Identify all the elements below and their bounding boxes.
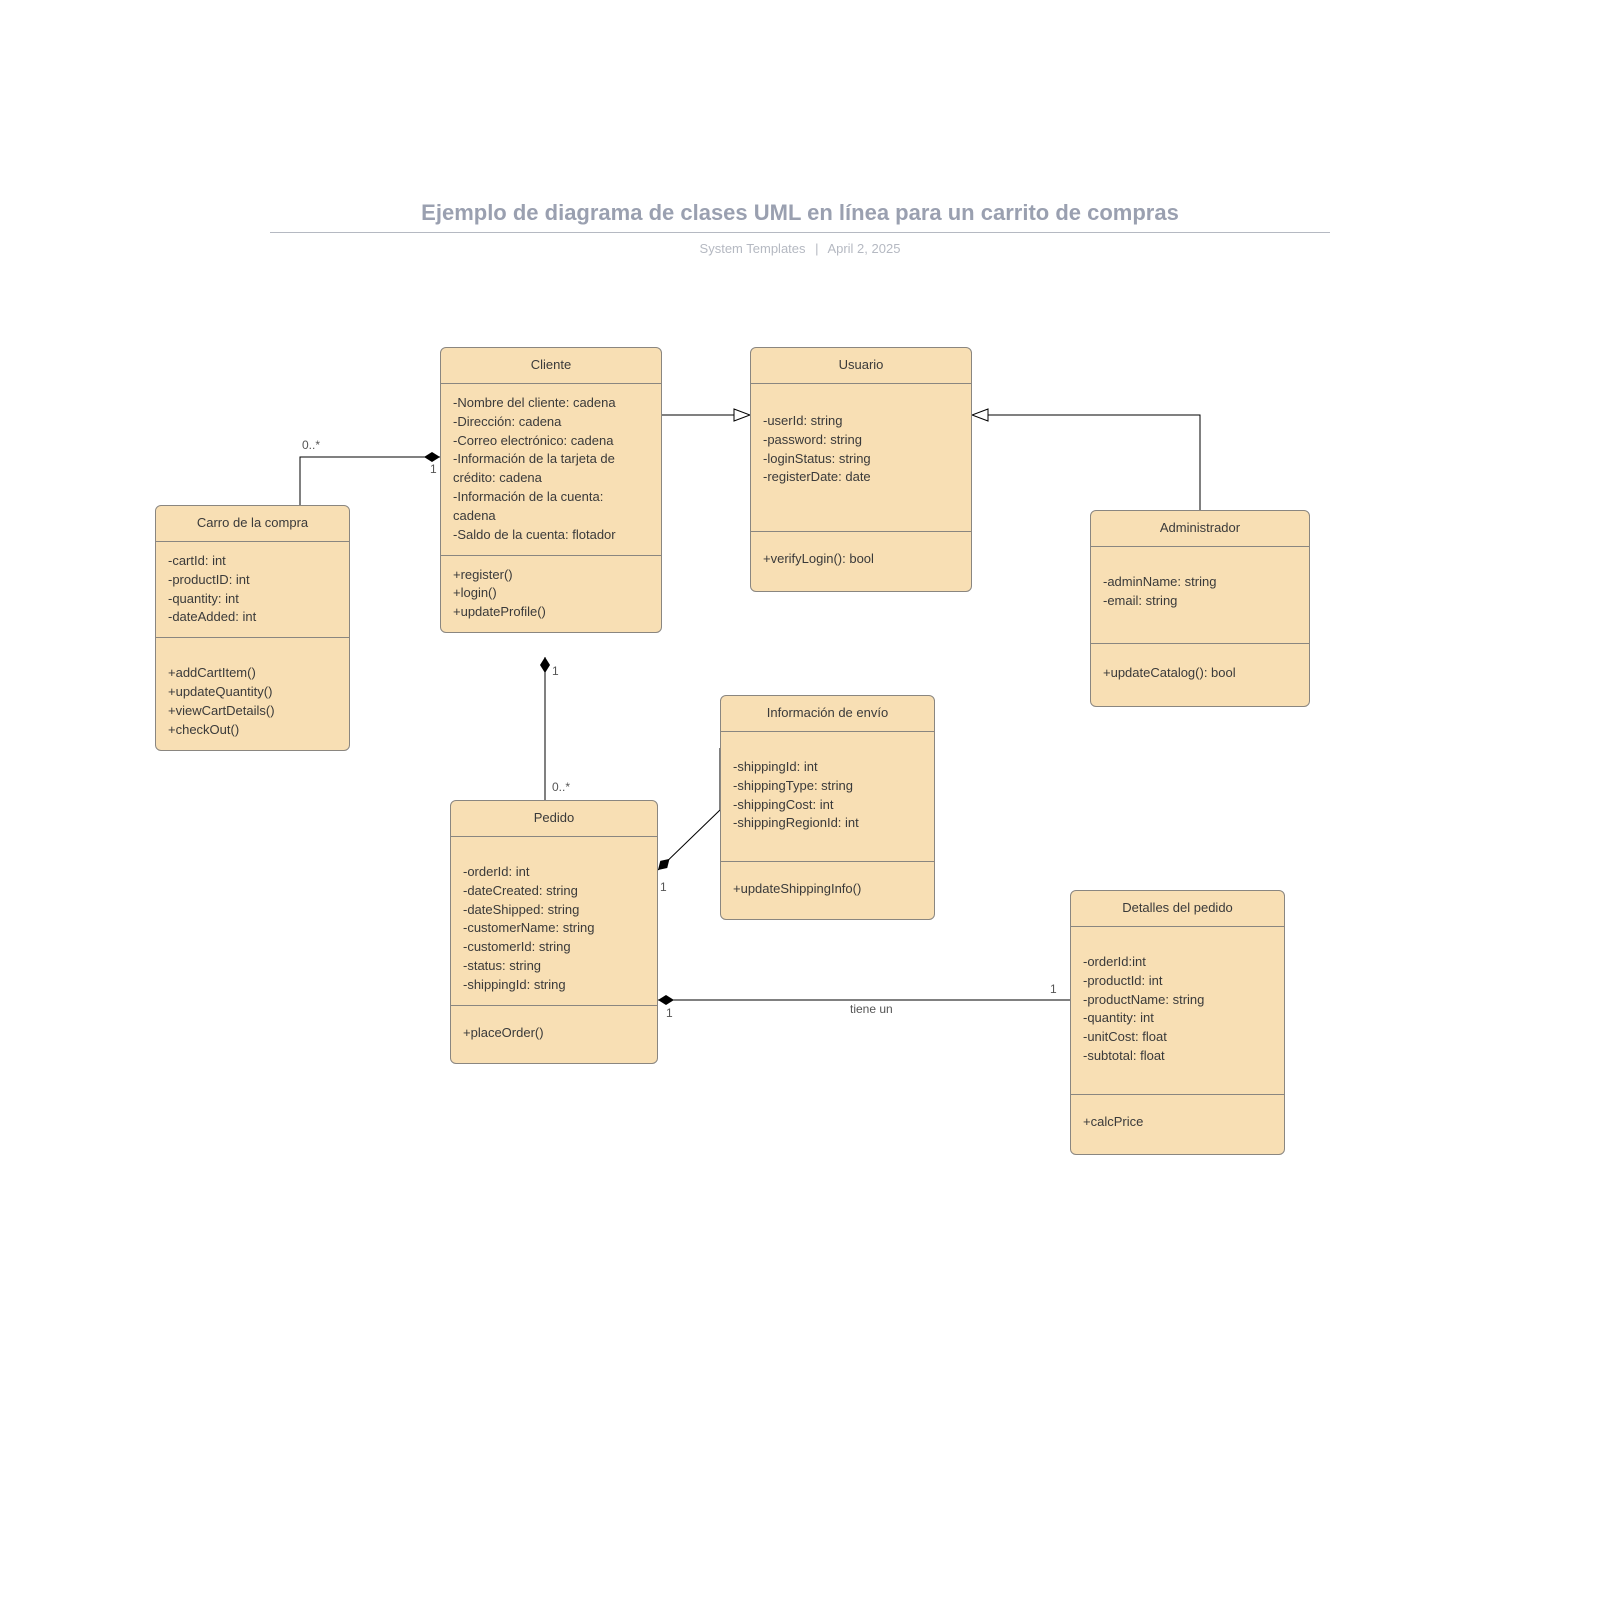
diagram-date: April 2, 2025 xyxy=(827,241,900,256)
class-shipping-name: Información de envío xyxy=(721,696,934,732)
class-user[interactable]: Usuario -userId: string -password: strin… xyxy=(750,347,972,592)
attr: -Información de la cuenta: cadena xyxy=(453,488,649,526)
attr: -dateCreated: string xyxy=(463,882,645,901)
attr: -registerDate: date xyxy=(763,468,959,487)
attr: -shippingId: int xyxy=(733,758,922,777)
attr: -orderId: int xyxy=(463,863,645,882)
attr: -customerId: string xyxy=(463,938,645,957)
attr: -unitCost: float xyxy=(1083,1028,1272,1047)
class-order-attributes: -orderId: int -dateCreated: string -date… xyxy=(451,837,657,1006)
attr: -shippingCost: int xyxy=(733,796,922,815)
attr: -Correo electrónico: cadena xyxy=(453,432,649,451)
mult-cart-client-left: 0..* xyxy=(302,438,320,452)
class-admin-operations: +updateCatalog(): bool xyxy=(1091,644,1309,707)
class-shipping-operations: +updateShippingInfo() xyxy=(721,862,934,919)
op: +updateProfile() xyxy=(453,603,649,622)
attr: -quantity: int xyxy=(1083,1009,1272,1028)
class-shipping[interactable]: Información de envío -shippingId: int -s… xyxy=(720,695,935,920)
attr: -shippingId: string xyxy=(463,976,645,995)
op: +register() xyxy=(453,566,649,585)
mult-order-details-left: 1 xyxy=(666,1006,673,1020)
class-order-details-name: Detalles del pedido xyxy=(1071,891,1284,927)
attr: -cartId: int xyxy=(168,552,337,571)
attr: -email: string xyxy=(1103,592,1297,611)
class-order[interactable]: Pedido -orderId: int -dateCreated: strin… xyxy=(450,800,658,1064)
class-client[interactable]: Cliente -Nombre del cliente: cadena -Dir… xyxy=(440,347,662,633)
attr: -adminName: string xyxy=(1103,573,1297,592)
mult-order-details-right: 1 xyxy=(1050,982,1057,996)
attr: -dateShipped: string xyxy=(463,901,645,920)
class-cart-name: Carro de la compra xyxy=(156,506,349,542)
mult-cart-client-right: 1 xyxy=(430,462,437,476)
attr: -shippingRegionId: int xyxy=(733,814,922,833)
attr: -productName: string xyxy=(1083,991,1272,1010)
class-admin-attributes: -adminName: string -email: string xyxy=(1091,547,1309,644)
attr: -customerName: string xyxy=(463,919,645,938)
op: +verifyLogin(): bool xyxy=(763,550,959,569)
diagram-author: System Templates xyxy=(700,241,806,256)
class-user-name: Usuario xyxy=(751,348,971,384)
class-user-operations: +verifyLogin(): bool xyxy=(751,532,971,591)
separator: | xyxy=(815,241,818,256)
op: +calcPrice xyxy=(1083,1113,1272,1132)
class-cart[interactable]: Carro de la compra -cartId: int -product… xyxy=(155,505,350,751)
attr: -productId: int xyxy=(1083,972,1272,991)
diagram-header: Ejemplo de diagrama de clases UML en lín… xyxy=(270,200,1330,256)
class-client-attributes: -Nombre del cliente: cadena -Dirección: … xyxy=(441,384,661,556)
class-order-operations: +placeOrder() xyxy=(451,1006,657,1063)
class-order-name: Pedido xyxy=(451,801,657,837)
class-order-details[interactable]: Detalles del pedido -orderId:int -produc… xyxy=(1070,890,1285,1155)
op: +placeOrder() xyxy=(463,1024,645,1043)
attr: -quantity: int xyxy=(168,590,337,609)
class-client-operations: +register() +login() +updateProfile() xyxy=(441,556,661,633)
class-admin-name: Administrador xyxy=(1091,511,1309,547)
attr: -password: string xyxy=(763,431,959,450)
diagram-subtitle: System Templates | April 2, 2025 xyxy=(270,241,1330,256)
op: +login() xyxy=(453,584,649,603)
diagram-title: Ejemplo de diagrama de clases UML en lín… xyxy=(270,200,1330,233)
op: +updateCatalog(): bool xyxy=(1103,664,1297,683)
class-shipping-attributes: -shippingId: int -shippingType: string -… xyxy=(721,732,934,862)
class-admin[interactable]: Administrador -adminName: string -email:… xyxy=(1090,510,1310,707)
attr: -productID: int xyxy=(168,571,337,590)
class-client-name: Cliente xyxy=(441,348,661,384)
attr: -subtotal: float xyxy=(1083,1047,1272,1066)
op: +updateQuantity() xyxy=(168,683,337,702)
attr: -userId: string xyxy=(763,412,959,431)
mult-client-order-top: 1 xyxy=(552,664,559,678)
op: +updateShippingInfo() xyxy=(733,880,922,899)
op: +checkOut() xyxy=(168,721,337,740)
attr: -Información de la tarjeta de crédito: c… xyxy=(453,450,649,488)
attr: -Dirección: cadena xyxy=(453,413,649,432)
op: +addCartItem() xyxy=(168,664,337,683)
mult-client-order-bottom: 0..* xyxy=(552,780,570,794)
attr: -orderId:int xyxy=(1083,953,1272,972)
op: +viewCartDetails() xyxy=(168,702,337,721)
attr: -dateAdded: int xyxy=(168,608,337,627)
attr: -status: string xyxy=(463,957,645,976)
attr: -Nombre del cliente: cadena xyxy=(453,394,649,413)
class-order-details-operations: +calcPrice xyxy=(1071,1095,1284,1154)
attr: -shippingType: string xyxy=(733,777,922,796)
class-cart-operations: +addCartItem() +updateQuantity() +viewCa… xyxy=(156,638,349,749)
class-user-attributes: -userId: string -password: string -login… xyxy=(751,384,971,532)
attr: -Saldo de la cuenta: flotador xyxy=(453,526,649,545)
rel-label-tiene-un: tiene un xyxy=(850,1002,893,1016)
class-order-details-attributes: -orderId:int -productId: int -productNam… xyxy=(1071,927,1284,1095)
mult-order-shipping-left: 1 xyxy=(660,880,667,894)
attr: -loginStatus: string xyxy=(763,450,959,469)
class-cart-attributes: -cartId: int -productID: int -quantity: … xyxy=(156,542,349,638)
